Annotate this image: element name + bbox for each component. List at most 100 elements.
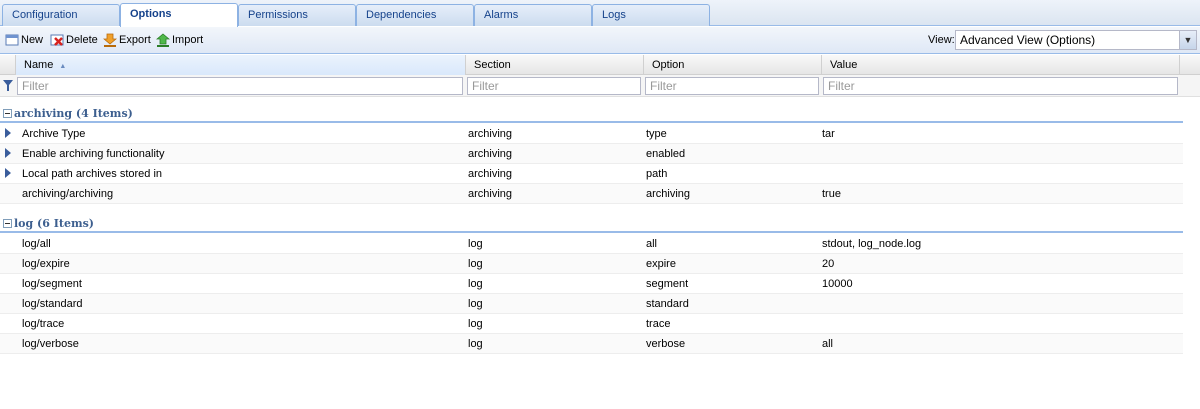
table-row[interactable]: log/trace log trace [0, 314, 1183, 334]
group-header-archiving[interactable]: archiving (4 Items) [0, 103, 1183, 123]
export-icon [103, 33, 117, 47]
tab-label: Options [130, 8, 172, 20]
cell-option: verbose [646, 338, 686, 350]
table-row[interactable]: log/verbose log verbose all [0, 334, 1183, 354]
cell-section: archiving [468, 148, 513, 160]
expand-arrow-icon[interactable] [5, 128, 11, 138]
filter-placeholder: Filter [22, 79, 49, 93]
cell-name: log/expire [22, 258, 70, 270]
cell-option: segment [646, 278, 689, 290]
cell-option: archiving [646, 188, 691, 200]
cell-name: archiving/archiving [22, 188, 114, 200]
cell-option: standard [646, 298, 689, 310]
delete-icon [50, 34, 64, 46]
cell-value: 10000 [822, 278, 853, 290]
expand-arrow-icon[interactable] [5, 148, 11, 158]
export-button[interactable]: Export [103, 32, 151, 48]
view-select-value: Advanced View (Options) [960, 33, 1096, 47]
section-filter-input[interactable]: Filter [467, 77, 641, 95]
cell-name: Enable archiving functionality [22, 148, 165, 160]
header-option[interactable]: Option [644, 55, 822, 75]
view-label: View: [928, 34, 955, 46]
table-row[interactable]: log/all log all stdout, log_node.log [0, 234, 1183, 254]
table-row[interactable]: log/segment log segment 10000 [0, 274, 1183, 294]
header-spacer [0, 55, 16, 75]
table-row[interactable]: Local path archives stored in archiving … [0, 164, 1183, 184]
cell-name: Local path archives stored in [22, 168, 163, 180]
name-filter-input[interactable]: Filter [17, 77, 463, 95]
filter-placeholder: Filter [828, 79, 855, 93]
cell-option: all [646, 238, 658, 250]
cell-name: Archive Type [22, 128, 86, 140]
new-button[interactable]: New [5, 32, 43, 48]
filter-icon [3, 80, 13, 91]
import-button[interactable]: Import [156, 32, 203, 48]
cell-option: enabled [646, 148, 686, 160]
tab-label: Logs [602, 9, 626, 21]
new-document-icon [5, 34, 19, 46]
table-row[interactable]: archiving/archiving archiving archiving … [0, 184, 1183, 204]
cell-section: archiving [468, 168, 513, 180]
tab-label: Configuration [12, 9, 78, 21]
delete-label: Delete [66, 34, 98, 46]
option-filter-input[interactable]: Filter [645, 77, 819, 95]
cell-section: log [468, 298, 483, 310]
table-row[interactable]: log/expire log expire 20 [0, 254, 1183, 274]
cell-section: archiving [468, 188, 513, 200]
header-value[interactable]: Value [822, 55, 1180, 75]
header-name[interactable]: Name ▲ [16, 55, 466, 75]
collapse-icon[interactable] [3, 109, 12, 118]
cell-option: type [646, 128, 667, 140]
chevron-down-icon[interactable]: ▼ [1179, 31, 1196, 49]
new-label: New [21, 34, 44, 46]
expand-arrow-icon[interactable] [5, 168, 11, 178]
tab-bar: Configuration Options Permissions Depend… [0, 0, 1200, 27]
table-row[interactable]: Enable archiving functionality archiving… [0, 144, 1183, 164]
value-filter-input[interactable]: Filter [823, 77, 1178, 95]
collapse-icon[interactable] [3, 219, 12, 228]
delete-button[interactable]: Delete [50, 32, 98, 48]
tab-options[interactable]: Options [120, 3, 238, 27]
table-row[interactable]: Archive Type archiving type tar [0, 124, 1183, 144]
cell-section: log [468, 278, 483, 290]
cell-section: log [468, 338, 483, 350]
cell-option: trace [646, 318, 671, 330]
import-label: Import [172, 34, 204, 46]
group-title: log (6 Items) [14, 217, 94, 230]
cell-value: true [822, 188, 841, 200]
header-section[interactable]: Section [466, 55, 644, 75]
cell-name: log/standard [22, 298, 83, 310]
view-select[interactable]: Advanced View (Options) ▼ [955, 30, 1197, 50]
header-option-label: Option [652, 59, 685, 71]
tab-permissions[interactable]: Permissions [238, 4, 356, 26]
group-header-log[interactable]: log (6 Items) [0, 213, 1183, 233]
import-icon [156, 33, 170, 47]
filter-row: Filter Filter Filter Filter [0, 75, 1200, 97]
tab-label: Alarms [484, 9, 519, 21]
sort-ascending-icon: ▲ [59, 63, 67, 70]
cell-value: all [822, 338, 834, 350]
header-value-label: Value [830, 59, 858, 71]
tab-label: Dependencies [366, 9, 437, 21]
tab-configuration[interactable]: Configuration [2, 4, 120, 26]
cell-section: log [468, 318, 483, 330]
tab-dependencies[interactable]: Dependencies [356, 4, 474, 26]
filter-placeholder: Filter [472, 79, 499, 93]
header-name-label: Name [24, 59, 54, 71]
cell-name: log/all [22, 238, 51, 250]
tab-label: Permissions [248, 9, 308, 21]
tab-logs[interactable]: Logs [592, 4, 710, 26]
tab-alarms[interactable]: Alarms [474, 4, 592, 26]
cell-name: log/verbose [22, 338, 79, 350]
cell-value: tar [822, 128, 835, 140]
cell-name: log/segment [22, 278, 82, 290]
export-label: Export [119, 34, 151, 46]
grid-header: Name ▲ Section Option Value [0, 55, 1200, 75]
header-section-label: Section [474, 59, 511, 71]
filter-placeholder: Filter [650, 79, 677, 93]
cell-section: archiving [468, 128, 513, 140]
cell-option: expire [646, 258, 676, 270]
cell-section: log [468, 238, 483, 250]
table-row[interactable]: log/standard log standard [0, 294, 1183, 314]
cell-value: 20 [822, 258, 835, 270]
